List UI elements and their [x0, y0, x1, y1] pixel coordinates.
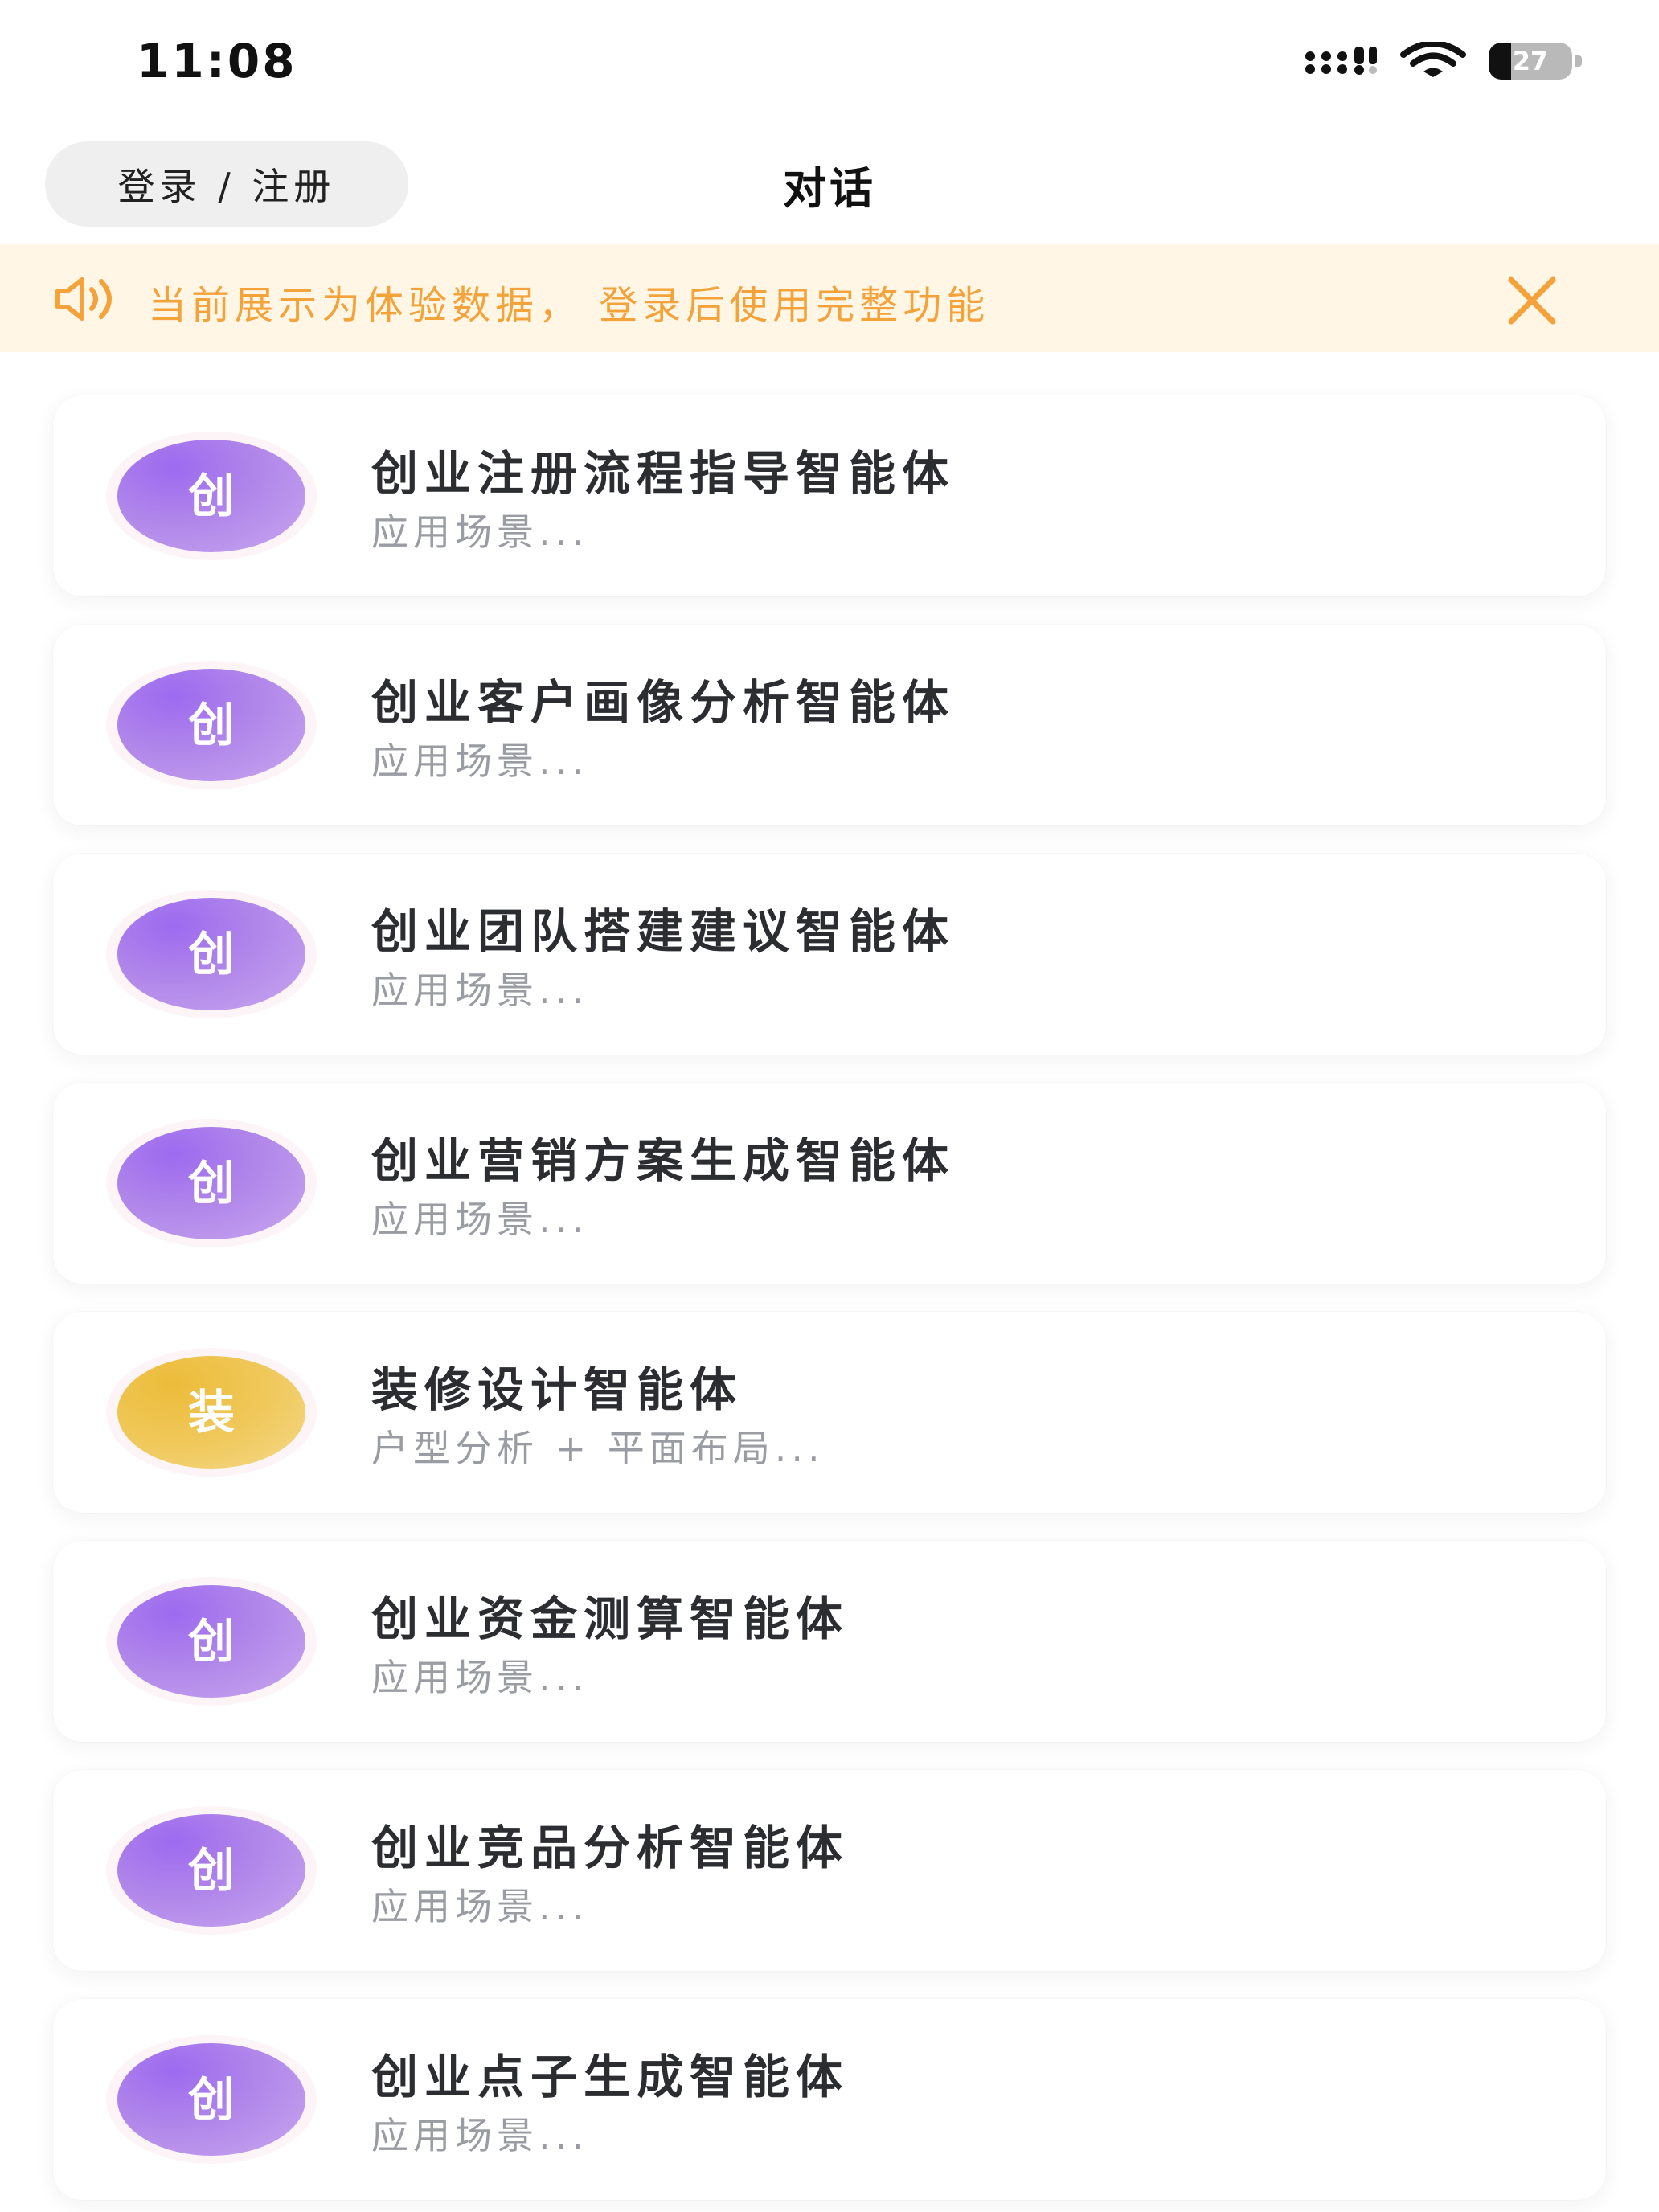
agent-card[interactable]: 创 创业资金测算智能体应用场景... [53, 1541, 1606, 1742]
nav-header: 登录 / 注册 对话 [0, 129, 1659, 243]
agent-avatar: 创 [117, 1814, 305, 1927]
status-time: 11:08 [137, 34, 297, 88]
agent-subtitle: 应用场景... [371, 2114, 588, 2157]
status-bar: 11:08 27 [0, 0, 1659, 129]
agent-title: 创业注册流程指导智能体 [371, 446, 956, 501]
agent-subtitle: 应用场景... [371, 969, 588, 1012]
agent-title: 装修设计智能体 [371, 1362, 743, 1417]
agent-subtitle: 应用场景... [371, 1198, 588, 1241]
agent-card[interactable]: 创 创业注册流程指导智能体应用场景... [53, 395, 1606, 596]
agent-card[interactable]: 创 创业点子生成智能体应用场景... [53, 1999, 1606, 2200]
agent-title: 创业客户画像分析智能体 [371, 675, 956, 730]
close-icon[interactable] [1503, 272, 1561, 330]
agent-card[interactable]: 创 创业团队搭建建议智能体应用场景... [53, 854, 1606, 1055]
agent-card[interactable]: 装 装修设计智能体户型分析 + 平面布局... [53, 1312, 1606, 1513]
agent-avatar: 创 [117, 669, 305, 781]
agent-title: 创业团队搭建建议智能体 [371, 904, 956, 959]
agent-avatar: 装 [117, 1356, 305, 1469]
agent-card[interactable]: 创 创业竞品分析智能体应用场景... [53, 1770, 1606, 1971]
agent-avatar: 创 [117, 2043, 305, 2156]
battery-icon: 27 [1489, 43, 1582, 80]
agent-title: 创业点子生成智能体 [371, 2050, 850, 2104]
signal-icon [1304, 43, 1378, 79]
agent-avatar: 创 [117, 1585, 305, 1698]
notice-text: 当前展示为体验数据， 登录后使用完整功能 [148, 283, 990, 328]
agent-subtitle: 应用场景... [371, 1885, 588, 1928]
agent-list: 创创业注册流程指导智能体 应用场景... 创创业客户画像分析智能体 应用场景... 创创… [53, 395, 1606, 2212]
agent-card[interactable]: 创 创业客户画像分析智能体应用场景... [53, 625, 1606, 825]
agent-avatar: 创 [117, 1127, 305, 1239]
status-icons: 27 [1304, 40, 1582, 80]
agent-subtitle: 应用场景... [371, 739, 588, 783]
battery-level: 27 [1512, 46, 1549, 76]
agent-card[interactable]: 创 创业营销方案生成智能体应用场景... [53, 1083, 1606, 1284]
agent-subtitle: 户型分析 + 平面布局... [371, 1427, 825, 1470]
agent-avatar: 创 [117, 898, 305, 1010]
agent-title: 创业竞品分析智能体 [371, 1821, 850, 1875]
wifi-icon [1400, 40, 1466, 80]
agent-title: 创业营销方案生成智能体 [371, 1133, 956, 1188]
agent-subtitle: 应用场景... [371, 510, 588, 554]
agent-title: 创业资金测算智能体 [371, 1591, 850, 1646]
speaker-icon [53, 275, 121, 323]
app-screen: 11:08 27 登录 / 注册 对话 当前展示为体验数据， 登录后使用完整功能… [0, 0, 1659, 2212]
agent-avatar: 创 [117, 440, 305, 552]
page-title: 对话 [783, 163, 876, 214]
agent-subtitle: 应用场景... [371, 1656, 588, 1699]
notice-banner: 当前展示为体验数据， 登录后使用完整功能 [0, 244, 1659, 352]
